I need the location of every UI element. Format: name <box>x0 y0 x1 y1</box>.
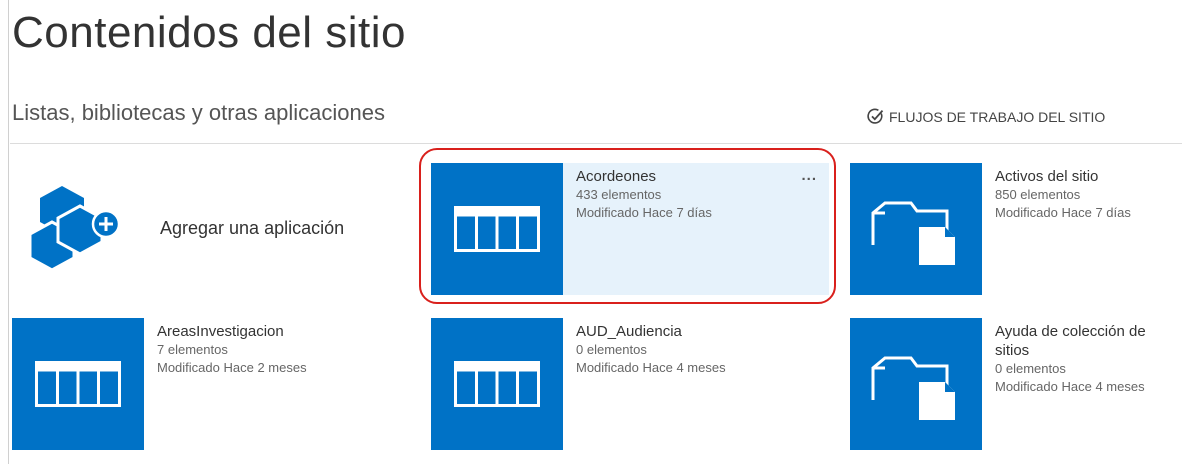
list-icon <box>12 318 144 450</box>
tile-title[interactable]: Activos del sitio <box>995 167 1182 186</box>
check-circle-icon <box>867 108 884 125</box>
section-title: Listas, bibliotecas y otras aplicaciones <box>12 100 385 125</box>
tile-modified: Modificado Hace 4 meses <box>995 379 1145 394</box>
tile-modified: Modificado Hace 7 días <box>995 205 1131 220</box>
tile-modified: Modificado Hace 7 días <box>576 205 712 220</box>
list-icon <box>431 163 563 295</box>
tile-item-count: 0 elementos <box>576 342 647 357</box>
tile-title[interactable]: AreasInvestigacion <box>157 322 412 341</box>
site-workflows-link[interactable]: FLUJOS DE TRABAJO DEL SITIO <box>867 108 1105 125</box>
more-options-icon[interactable]: ... <box>801 167 817 184</box>
list-icon <box>431 318 563 450</box>
tile-item-count: 7 elementos <box>157 342 228 357</box>
tile-activos-del-sitio[interactable]: Activos del sitio 850 elementos Modifica… <box>850 163 1182 295</box>
page-frame-border <box>8 0 9 464</box>
tile-acordeones[interactable]: Acordeones 433 elementos Modificado Hace… <box>431 163 829 295</box>
tile-modified: Modificado Hace 2 meses <box>157 360 307 375</box>
site-workflows-label: FLUJOS DE TRABAJO DEL SITIO <box>889 108 1106 125</box>
add-app-button[interactable]: Agregar una aplicación <box>28 178 408 278</box>
page-title: Contenidos del sitio <box>12 8 407 57</box>
tile-item-count: 850 elementos <box>995 187 1081 202</box>
section-divider <box>10 143 1182 144</box>
tile-areasinvestigacion[interactable]: AreasInvestigacion 7 elementos Modificad… <box>12 318 412 450</box>
add-app-label: Agregar una aplicación <box>160 217 345 238</box>
add-app-icon <box>28 176 128 281</box>
tile-title[interactable]: Ayuda de colección de sitios <box>995 322 1182 360</box>
tile-item-count: 433 elementos <box>576 187 662 202</box>
library-icon <box>850 318 982 450</box>
tile-modified: Modificado Hace 4 meses <box>576 360 726 375</box>
library-icon <box>850 163 982 295</box>
tile-aud-audiencia[interactable]: AUD_Audiencia 0 elementos Modificado Hac… <box>431 318 829 450</box>
tile-title[interactable]: Acordeones <box>576 167 829 186</box>
tile-item-count: 0 elementos <box>995 361 1066 376</box>
tile-ayuda-de-coleccion-de-sitios[interactable]: Ayuda de colección de sitios 0 elementos… <box>850 318 1182 450</box>
tile-title[interactable]: AUD_Audiencia <box>576 322 829 341</box>
